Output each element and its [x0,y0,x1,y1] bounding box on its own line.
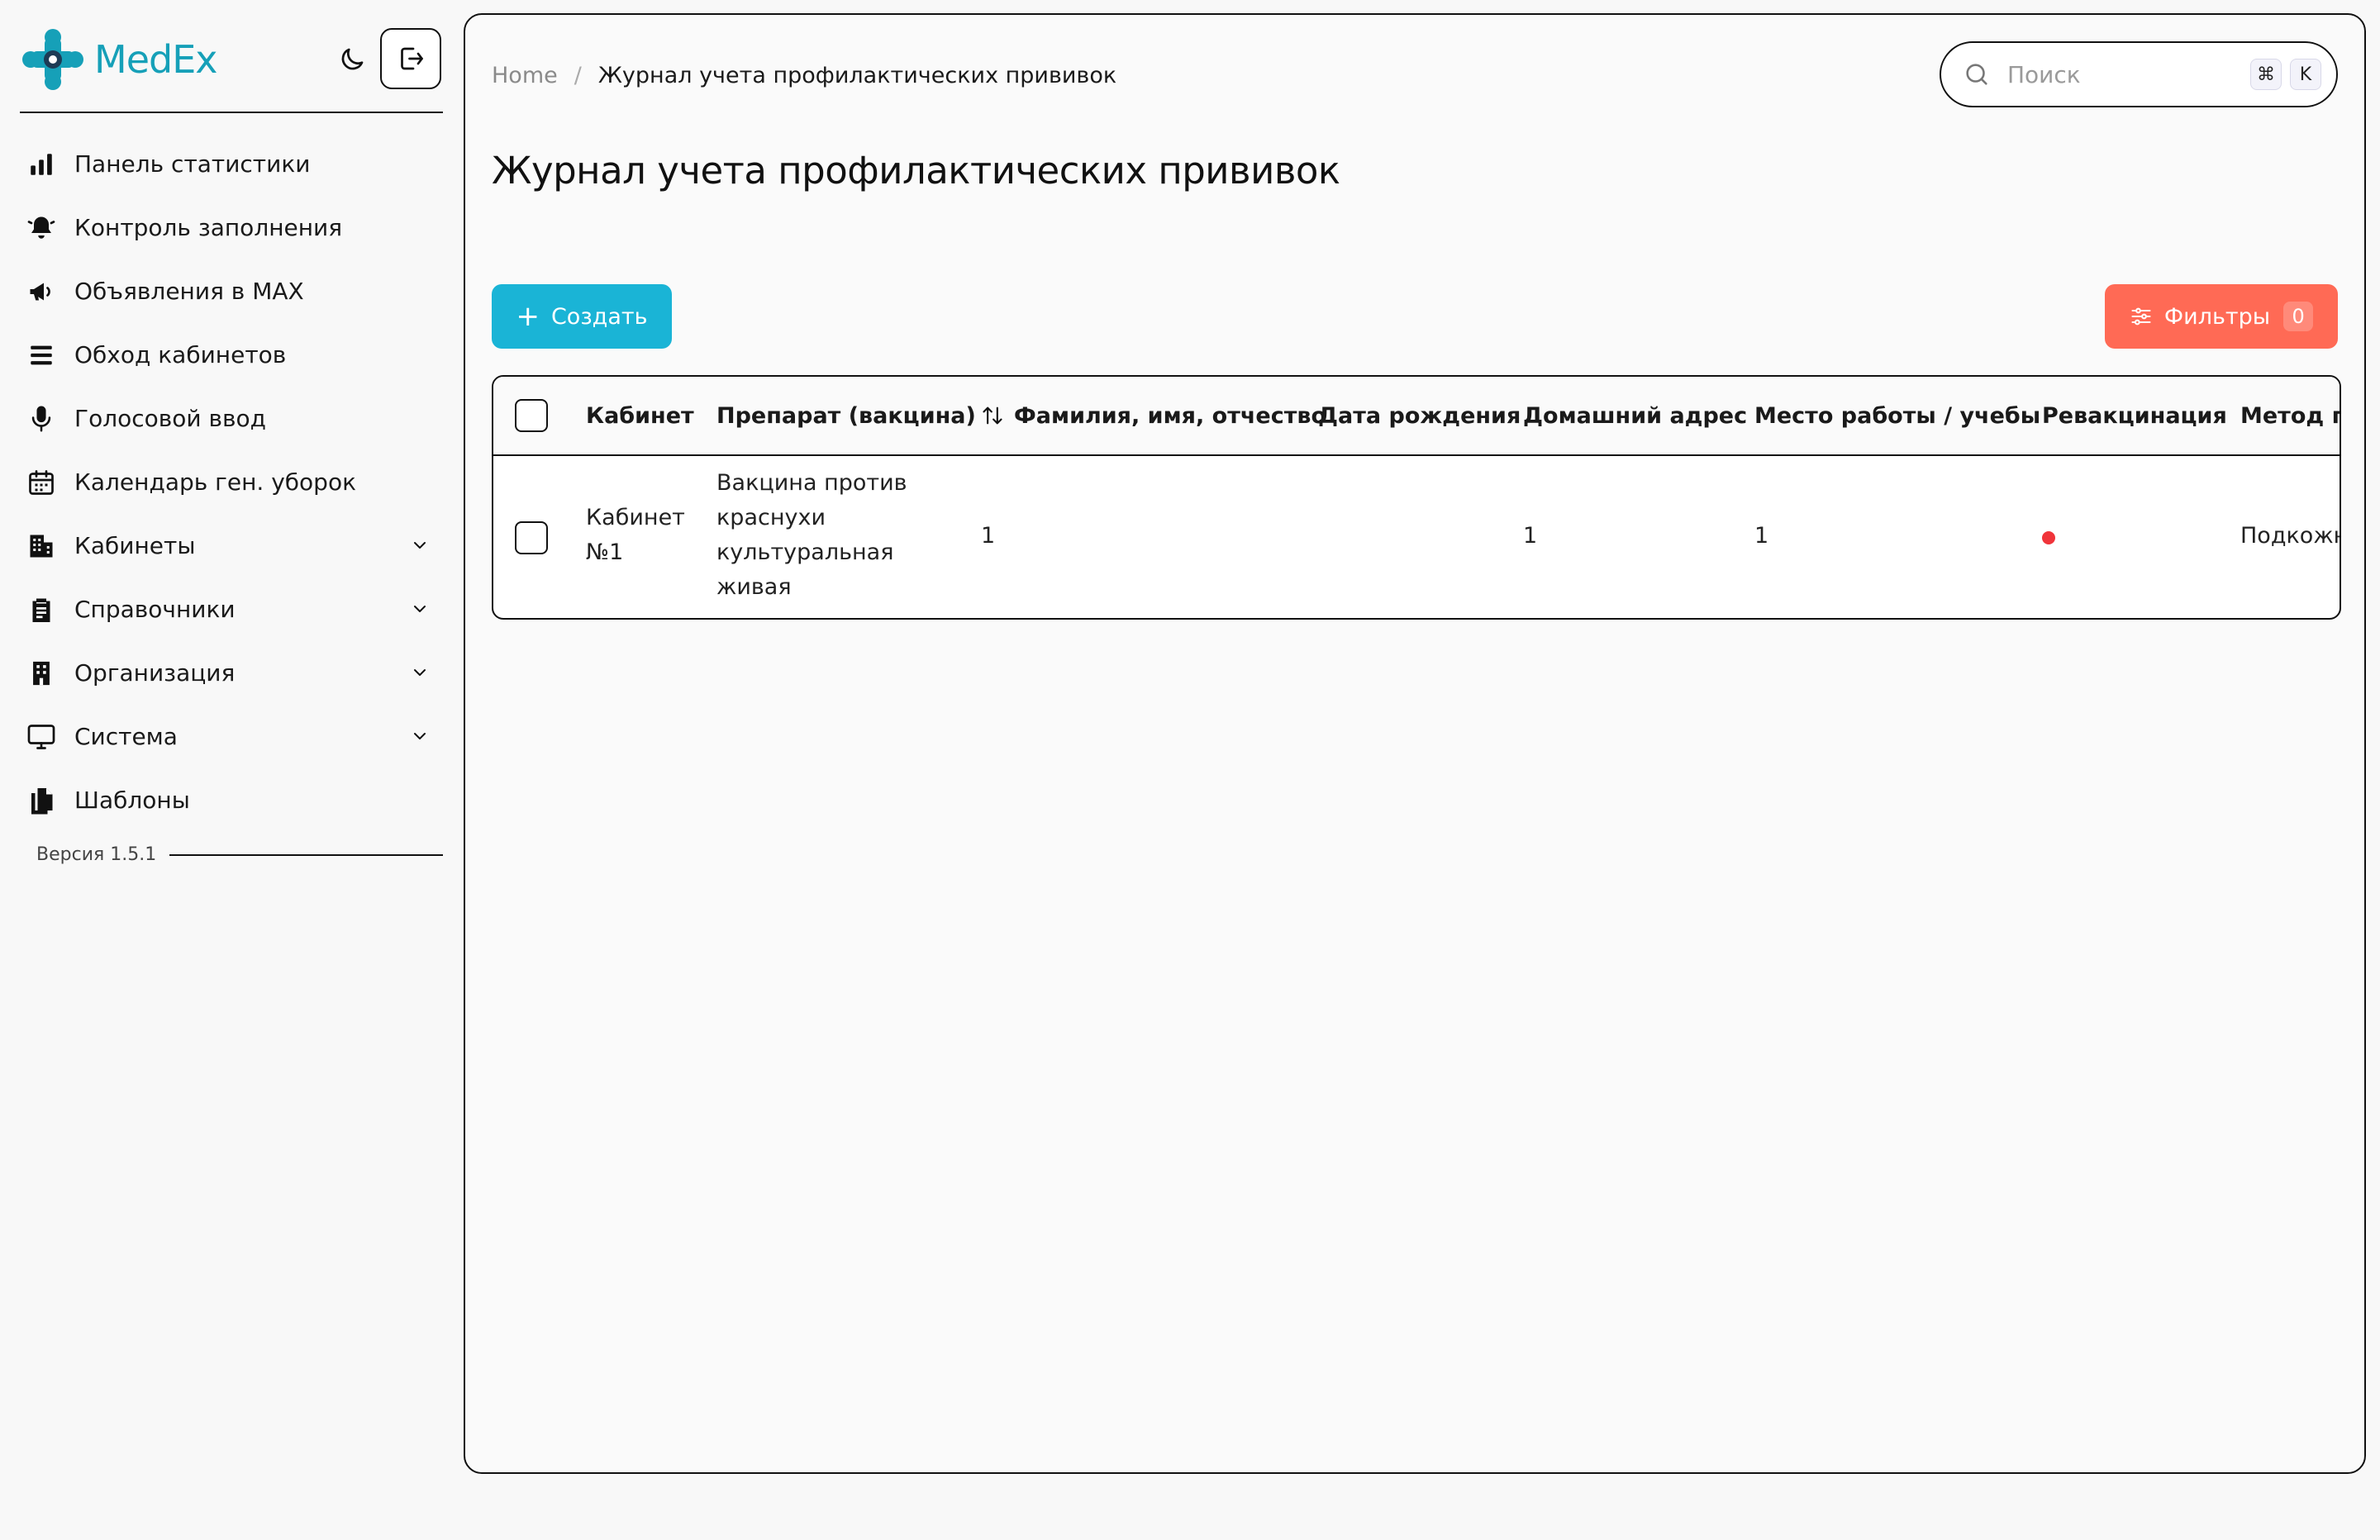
column-header-revaccination[interactable]: Ревакцинация [2042,377,2227,454]
version-row: Версия 1.5.1 [36,844,443,865]
plus-icon: + [516,300,540,333]
medex-logo-icon [22,29,83,90]
breadcrumb-home-link[interactable]: Home [492,63,558,88]
documents-icon [25,784,58,817]
sidebar-item-label: Шаблоны [74,787,190,814]
breadcrumb-separator: / [574,63,582,88]
cell-method: Подкожно [2240,523,2340,549]
chevron-down-icon [414,733,426,739]
sidebar-item-organization[interactable]: Организация [25,641,446,705]
stack-list-icon [25,339,58,372]
column-header-full-name-label: Фамилия, имя, отчество [1014,402,1326,429]
cell-vaccine-line: культуральная [716,539,894,565]
sidebar-item-label: Кабинеты [74,532,196,559]
sort-icon [983,406,1002,425]
sidebar-item-fill-control[interactable]: Контроль заполнения [25,196,446,259]
sidebar-item-references[interactable]: Справочники [25,578,446,641]
breadcrumb: Home / Журнал учета профилактических при… [492,63,1116,88]
chevron-down-icon [414,606,426,612]
select-all-checkbox[interactable] [515,399,548,432]
cell-vaccine: Вакцина против краснухи культуральная жи… [716,466,907,605]
sidebar-divider [20,112,443,113]
column-header-cabinet[interactable]: Кабинет [586,377,694,454]
main-panel: Home / Журнал учета профилактических при… [464,13,2366,1474]
sidebar-item-label: Обход кабинетов [74,341,287,368]
table-row[interactable]: Кабинет №1 Вакцина против краснухи культ… [493,456,2340,618]
microphone-icon [25,402,58,435]
shortcut-key: K [2290,59,2321,90]
sidebar-item-label: Справочники [74,596,236,623]
search-input[interactable]: Поиск ⌘ K [1940,41,2338,107]
revaccination-status-dot [2042,531,2055,544]
office-building-icon [25,657,58,690]
sidebar-item-system[interactable]: Система [25,705,446,768]
version-divider [169,853,443,856]
chevron-down-icon [414,669,426,676]
cell-full-name: 1 [981,523,996,549]
logo[interactable]: MedEx [21,28,217,91]
create-button[interactable]: + Создать [492,284,672,349]
cell-vaccine-line: живая [716,574,792,600]
column-header-method[interactable]: Метод пр [2240,377,2340,454]
sidebar-item-cabinets[interactable]: Кабинеты [25,514,446,578]
cell-cabinet-line: Кабинет [586,505,685,530]
clipboard-icon [25,593,58,626]
vaccination-table: Кабинет Препарат (вакцина) Фамилия, имя,… [492,375,2341,620]
brand-name: MedEx [94,37,217,82]
bar-chart-icon [25,148,58,181]
sidebar-item-announcements[interactable]: Объявления в MAX [25,259,446,323]
column-header-vaccine[interactable]: Препарат (вакцина) [716,377,976,454]
calendar-icon [25,466,58,499]
logout-icon [401,47,423,70]
sidebar-item-label: Организация [74,659,236,687]
filters-button-label: Фильтры [2163,303,2271,330]
sidebar-nav: Панель статистики Контроль заполнения Об… [25,132,446,832]
sidebar-item-label: Система [74,723,178,750]
sidebar-item-statistics[interactable]: Панель статистики [25,132,446,196]
sidebar-item-cabinet-rounds[interactable]: Обход кабинетов [25,323,446,387]
cell-vaccine-line: краснухи [716,505,826,530]
building-icon [25,530,58,563]
chevron-down-icon [414,542,426,549]
moon-icon [341,48,364,70]
column-header-workplace[interactable]: Место работы / учебы [1754,377,2040,454]
bell-alert-icon [25,212,58,245]
sidebar-item-label: Объявления в MAX [74,278,304,305]
version-label: Версия 1.5.1 [36,844,157,865]
sidebar-item-cleaning-calendar[interactable]: Календарь ген. уборок [25,450,446,514]
sidebar-item-label: Контроль заполнения [74,214,343,241]
sidebar: MedEx Панель статистики Контроль заполне… [0,0,459,1540]
sidebar-item-templates[interactable]: Шаблоны [25,768,446,832]
row-checkbox[interactable] [515,521,548,554]
page-title: Журнал учета профилактических прививок [492,149,1340,192]
search-icon [1966,64,1987,85]
cell-home-address: 1 [1523,523,1538,549]
filters-button[interactable]: Фильтры 0 [2105,284,2338,349]
sidebar-item-voice-input[interactable]: Голосовой ввод [25,387,446,450]
sidebar-item-label: Голосовой ввод [74,405,266,432]
logout-button[interactable] [380,28,441,89]
shortcut-mod-key: ⌘ [2250,59,2282,90]
megaphone-icon [25,275,58,308]
cell-cabinet-line: №1 [586,539,624,565]
cell-vaccine-line: Вакцина против [716,470,907,496]
create-button-label: Создать [550,303,648,330]
column-header-birth-date[interactable]: Дата рождения [1318,377,1521,454]
table-header: Кабинет Препарат (вакцина) Фамилия, имя,… [493,377,2340,456]
theme-toggle-button[interactable] [332,40,372,79]
sidebar-item-label: Панель статистики [74,150,311,178]
sidebar-item-label: Календарь ген. уборок [74,468,356,496]
search-placeholder: Поиск [2007,60,2081,88]
monitor-icon [25,720,58,753]
sliders-icon [2131,307,2151,326]
cell-cabinet: Кабинет №1 [586,501,685,570]
breadcrumb-current: Журнал учета профилактических прививок [597,63,1117,88]
cell-workplace: 1 [1754,523,1769,549]
column-header-home-address[interactable]: Домашний адрес [1523,377,1747,454]
filters-count-badge: 0 [2283,302,2314,331]
column-header-full-name[interactable]: Фамилия, имя, отчество [981,377,1326,454]
